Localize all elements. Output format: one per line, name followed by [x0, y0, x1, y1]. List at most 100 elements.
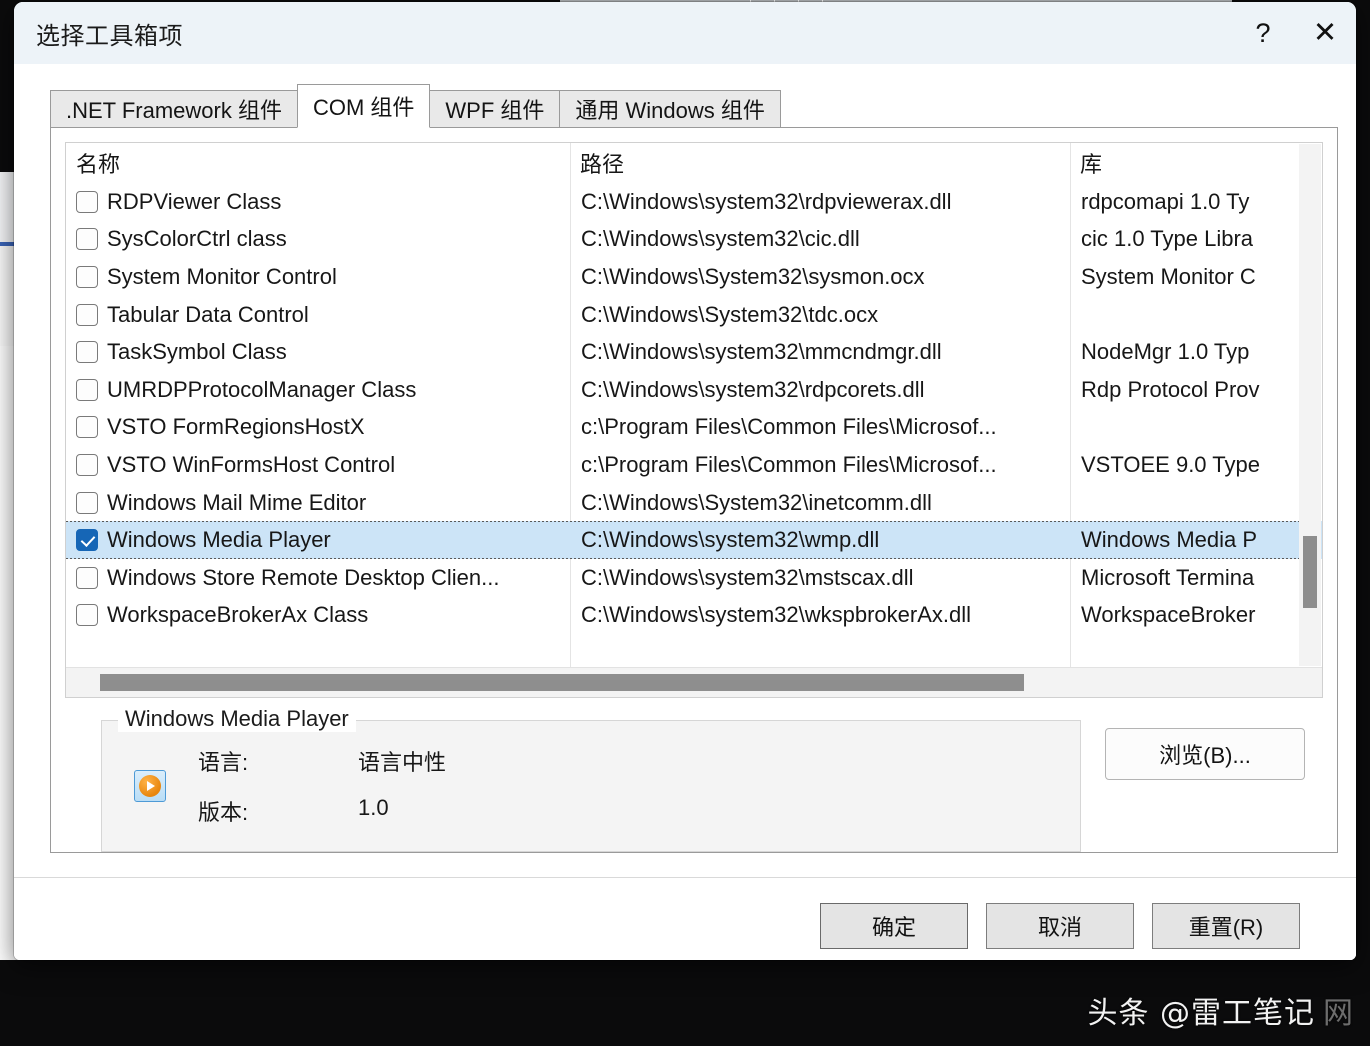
table-row[interactable]: WorkspaceBrokerAx Class C:\Windows\syste…: [66, 597, 1322, 635]
row-checkbox[interactable]: [76, 416, 98, 439]
row-checkbox[interactable]: [76, 228, 98, 251]
row-path-cell: C:\Windows\System32\inetcomm.dll: [581, 489, 932, 515]
dialog-footer: 确定 取消 重置(R): [14, 877, 1356, 960]
row-path-cell: C:\Windows\System32\tdc.ocx: [581, 301, 879, 327]
vertical-scrollbar[interactable]: [1299, 144, 1321, 666]
table-row[interactable]: TaskSymbol Class C:\Windows\system32\mmc…: [66, 333, 1322, 371]
table-row[interactable]: Tabular Data Control C:\Windows\System32…: [66, 296, 1322, 334]
table-row-selected[interactable]: Windows Media Player C:\Windows\system32…: [66, 521, 1322, 559]
close-button[interactable]: ✕: [1294, 2, 1356, 64]
watermark: 头条 @雷工笔记 网: [1087, 988, 1354, 1032]
table-row[interactable]: VSTO WinFormsHost Control c:\Program Fil…: [66, 446, 1322, 484]
row-checkbox[interactable]: [76, 265, 98, 288]
tab-com-components[interactable]: COM 组件: [296, 84, 431, 128]
row-name-label: WorkspaceBrokerAx Class: [107, 602, 369, 628]
row-name-label: VSTO FormRegionsHostX: [107, 414, 365, 440]
row-name-cell: WorkspaceBrokerAx Class: [66, 602, 570, 628]
row-name-cell: SysColorCtrl class: [66, 226, 570, 252]
watermark-text: 头条 @雷工笔记: [1087, 996, 1315, 1031]
row-library-cell: cic 1.0 Type Libra: [1081, 226, 1254, 252]
dialog-body: .NET Framework 组件 COM 组件 WPF 组件 通用 Windo…: [14, 64, 1356, 960]
table-row[interactable]: UMRDPProtocolManager Class C:\Windows\sy…: [66, 371, 1322, 409]
row-path-cell: C:\Windows\System32\sysmon.ocx: [581, 263, 925, 289]
horizontal-scrollbar-thumb[interactable]: [100, 674, 1024, 691]
tab-label: WPF 组件: [445, 98, 545, 123]
details-language-label: 语言:: [198, 750, 249, 775]
dialog-titlebar: 选择工具箱项 ? ✕: [14, 2, 1356, 64]
vertical-scrollbar-thumb[interactable]: [1303, 536, 1317, 608]
row-checkbox[interactable]: [76, 303, 98, 326]
row-path-cell: C:\Windows\system32\cic.dll: [581, 226, 860, 252]
table-row[interactable]: SysColorCtrl class C:\Windows\system32\c…: [66, 221, 1322, 259]
column-header-name: 名称: [76, 152, 121, 177]
row-path-cell: C:\Windows\system32\mmcndmgr.dll: [581, 339, 942, 365]
table-row[interactable]: RDPViewer Class C:\Windows\system32\rdpv…: [66, 183, 1322, 221]
row-checkbox[interactable]: [76, 566, 98, 589]
ok-button-label: 确定: [871, 914, 916, 940]
tab-label: 通用 Windows 组件: [575, 98, 765, 123]
browse-button[interactable]: 浏览(B)...: [1105, 728, 1305, 780]
table-row[interactable]: System Monitor Control C:\Windows\System…: [66, 258, 1322, 296]
components-listview[interactable]: 名称 路径 库 RDPViewer Class C:\Windows\syste…: [65, 142, 1323, 698]
row-name-cell: Windows Mail Mime Editor: [66, 490, 570, 516]
row-checkbox[interactable]: [76, 604, 98, 627]
tab-universal-windows-components[interactable]: 通用 Windows 组件: [559, 90, 781, 128]
table-row[interactable]: Windows Store Remote Desktop Clien... C:…: [66, 559, 1322, 597]
row-name-cell: TaskSymbol Class: [66, 339, 570, 365]
details-field-grid: 语言: 语言中性 版本: 1.0: [198, 745, 446, 827]
row-name-cell: RDPViewer Class: [66, 189, 570, 215]
dialog-title: 选择工具箱项: [36, 22, 183, 50]
row-name-label: TaskSymbol Class: [107, 339, 287, 365]
row-name-cell: VSTO FormRegionsHostX: [66, 414, 570, 440]
details-language-value: 语言中性: [358, 750, 447, 775]
details-version-label: 版本:: [198, 800, 249, 825]
row-path-cell: C:\Windows\system32\wkspbrokerAx.dll: [581, 602, 972, 628]
row-path-cell: c:\Program Files\Common Files\Microsof..…: [581, 451, 997, 477]
row-library-cell: System Monitor C: [1081, 263, 1256, 289]
play-triangle-icon: [147, 781, 155, 791]
row-path-cell: c:\Program Files\Common Files\Microsof..…: [581, 414, 997, 440]
column-header-library: 库: [1080, 152, 1103, 177]
row-checkbox[interactable]: [76, 491, 98, 514]
listview-viewport: 名称 路径 库 RDPViewer Class C:\Windows\syste…: [66, 143, 1322, 667]
row-checkbox[interactable]: [76, 190, 98, 213]
row-checkbox-checked[interactable]: [76, 529, 98, 552]
help-button[interactable]: ?: [1232, 2, 1294, 64]
row-name-label: SysColorCtrl class: [107, 226, 287, 252]
tab-dotnet-framework[interactable]: .NET Framework 组件: [50, 90, 298, 128]
choose-toolbox-items-dialog: 选择工具箱项 ? ✕ .NET Framework 组件 COM 组件 WPF …: [14, 2, 1356, 960]
row-name-cell: Tabular Data Control: [66, 302, 570, 328]
row-checkbox[interactable]: [76, 453, 98, 476]
row-path-cell: C:\Windows\system32\rdpcorets.dll: [581, 376, 925, 402]
row-name-cell: UMRDPProtocolManager Class: [66, 377, 570, 403]
row-checkbox[interactable]: [76, 341, 98, 364]
component-details-groupbox: Windows Media Player 语言: 语言中性 版本: 1.0: [101, 706, 1081, 852]
horizontal-scrollbar[interactable]: [66, 667, 1322, 697]
cancel-button-label: 取消: [1037, 914, 1082, 940]
row-checkbox[interactable]: [76, 378, 98, 401]
row-path-cell: C:\Windows\system32\mstscax.dll: [581, 564, 914, 590]
tab-content-panel: 名称 路径 库 RDPViewer Class C:\Windows\syste…: [50, 127, 1338, 853]
tab-wpf-components[interactable]: WPF 组件: [429, 90, 561, 128]
row-name-label: Windows Store Remote Desktop Clien...: [107, 564, 500, 590]
row-library-cell: Rdp Protocol Prov: [1081, 376, 1260, 402]
row-name-label: Tabular Data Control: [107, 301, 309, 327]
ok-button[interactable]: 确定: [820, 902, 968, 949]
row-name-label: VSTO WinFormsHost Control: [107, 451, 396, 477]
table-row[interactable]: VSTO FormRegionsHostX c:\Program Files\C…: [66, 409, 1322, 447]
row-name-label: System Monitor Control: [107, 263, 337, 289]
table-row[interactable]: Windows Mail Mime Editor C:\Windows\Syst…: [66, 484, 1322, 522]
row-library-cell: NodeMgr 1.0 Typ: [1081, 339, 1250, 365]
column-header-path: 路径: [580, 152, 625, 177]
row-name-cell: Windows Store Remote Desktop Clien...: [66, 565, 570, 591]
listview-header: 名称 路径 库: [66, 143, 1322, 183]
row-path-cell: C:\Windows\system32\rdpviewerax.dll: [581, 188, 952, 214]
reset-button[interactable]: 重置(R): [1152, 902, 1300, 949]
close-icon: ✕: [1312, 16, 1338, 49]
row-name-cell: System Monitor Control: [66, 264, 570, 290]
row-library-cell: Windows Media P: [1081, 527, 1258, 553]
details-version-value: 1.0: [358, 795, 389, 820]
row-library-cell: Microsoft Termina: [1081, 564, 1255, 590]
cancel-button[interactable]: 取消: [986, 902, 1134, 949]
row-library-cell: VSTOEE 9.0 Type: [1081, 451, 1260, 477]
